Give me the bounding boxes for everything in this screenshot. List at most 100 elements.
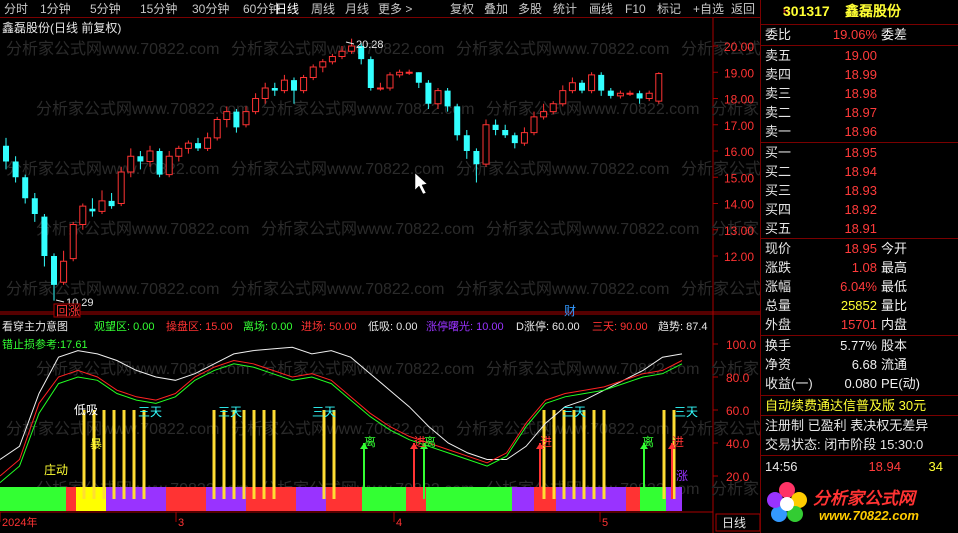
stat-value: 1.08	[851, 260, 877, 275]
stock-header[interactable]: R 301317 鑫磊股份	[761, 2, 958, 21]
watermark-text: 分析家公式网www.70822.com	[6, 40, 219, 58]
indicator-tag-12: 庄动	[44, 462, 68, 477]
candle-body-up	[626, 92, 634, 95]
period-label: 日线	[722, 516, 746, 530]
price-tick-label: 20.00	[724, 40, 754, 54]
ask-row-0: 卖五 19.00	[761, 46, 958, 65]
period-tab-2[interactable]: 5分钟	[90, 1, 121, 17]
kline-chart[interactable]: 分析家公式网www.70822.com 分析家公式网www.70822.com 分析…	[0, 18, 760, 533]
period-tab-6[interactable]: 日线	[275, 1, 299, 17]
ask-row-1: 卖四 18.99	[761, 65, 958, 84]
candle-body-down	[233, 111, 240, 128]
period-tab-1[interactable]: 1分钟	[40, 1, 71, 17]
site-logo: 分析家公式网 www.70822.com	[761, 478, 958, 533]
signal-bar-yellow	[662, 410, 666, 499]
candle-body-down	[3, 145, 9, 162]
candle-body-up	[69, 224, 77, 260]
stock-code: 301317	[783, 3, 830, 19]
candle-body-down	[12, 161, 19, 178]
candle-body-up	[261, 87, 269, 99]
ask-label: 卖五	[765, 48, 792, 63]
trade-price: 18.94	[868, 459, 901, 474]
candle-body-down	[415, 72, 422, 83]
toolbar-action-2[interactable]: 多股	[518, 1, 542, 17]
candle-body-up	[568, 82, 576, 92]
candle-body-up	[655, 73, 663, 102]
ask-label: 卖一	[765, 124, 792, 139]
candle-body-down	[89, 208, 96, 212]
toolbar-action-1[interactable]: 叠加	[484, 1, 508, 17]
candle-body-up	[98, 200, 106, 212]
toolbar-action-5[interactable]: F10	[625, 1, 646, 17]
bid-label: 买一	[765, 145, 792, 160]
candle-body-down	[156, 151, 163, 175]
signal-bar-yellow	[212, 410, 216, 499]
indicator-param-0: 观望区: 0.00	[94, 320, 155, 333]
toolbar-action-7[interactable]: +自选	[693, 1, 724, 17]
indicator-param-3: 进场: 50.00	[301, 319, 357, 333]
indicator-tag-10: 离	[642, 434, 654, 449]
toolbar-action-4[interactable]: 画线	[589, 1, 613, 17]
candle-body-down	[271, 88, 278, 91]
state-band-segment	[426, 487, 512, 511]
watermark-text: 分析家公式网www.70822.com	[486, 220, 699, 238]
candle-body-down	[22, 177, 29, 199]
price-tick-label: 15.00	[724, 171, 754, 185]
price-tick-label: 12.00	[724, 250, 754, 264]
indicator-tick-label: 100.0	[726, 338, 756, 352]
signal-bar-yellow	[592, 410, 596, 499]
stat-row-4: 外盘 15701 内盘	[761, 315, 958, 334]
period-tab-0[interactable]: 分时	[4, 1, 28, 17]
bid-price: 18.91	[844, 221, 877, 236]
candle-body-down	[291, 80, 297, 91]
indicator-param-8: 趋势: 87.4	[658, 320, 708, 333]
candle-body-down	[579, 82, 585, 91]
stat2-value: 6.68	[851, 357, 877, 372]
stat2-label: 收益(一)	[765, 376, 813, 391]
ask-price: 18.97	[844, 105, 877, 120]
bid-row-3: 买四 18.92	[761, 200, 958, 219]
panel-divider	[761, 455, 958, 456]
candle-body-up	[530, 116, 538, 134]
period-tab-7[interactable]: 周线	[311, 1, 335, 17]
ask-row-2: 卖三 18.98	[761, 84, 958, 103]
indicator-param-1: 操盘区: 15.00	[166, 319, 233, 333]
watermark-text: 分析家公式网www.70822.com	[261, 100, 474, 118]
watermark-text: 分析家公式网www.70822.com	[6, 280, 219, 298]
candle-body-up	[376, 87, 384, 90]
toolbar-action-0[interactable]: 复权	[450, 1, 474, 17]
indicator-tag-6: 离	[364, 434, 376, 449]
stat2-label-2: PE(动)	[881, 376, 921, 391]
bid-price: 18.94	[844, 164, 877, 179]
candle-body-down	[108, 200, 115, 207]
candle-body-up	[588, 74, 596, 92]
bid-label: 买二	[765, 164, 792, 179]
candle-body-down	[473, 151, 480, 165]
toolbar-action-3[interactable]: 统计	[553, 1, 577, 17]
signal-bar-yellow	[132, 410, 136, 499]
logo-url: www.70822.com	[819, 508, 919, 523]
stop-loss-label: 错止损参考:17.61	[2, 337, 88, 351]
candle-body-down	[31, 198, 38, 214]
period-tab-9[interactable]: 更多 >	[378, 1, 412, 17]
candle-body-up	[645, 92, 653, 99]
signal-bar-yellow	[142, 410, 146, 499]
indicator-param-5: 涨停曙光: 10.00	[426, 319, 504, 333]
candle-body-down	[607, 90, 614, 96]
bid-label: 买四	[765, 202, 792, 217]
trade-time: 14:56	[765, 459, 798, 474]
toolbar-action-6[interactable]: 标记	[657, 1, 681, 17]
period-tab-4[interactable]: 30分钟	[192, 1, 229, 17]
candle-body-down	[51, 256, 57, 285]
candle-body-up	[127, 155, 135, 173]
period-tab-3[interactable]: 15分钟	[140, 1, 177, 17]
signal-bar-yellow	[122, 410, 126, 499]
candle-body-up	[213, 119, 221, 139]
x-axis-label: 4	[396, 517, 402, 529]
ticker-row[interactable]: 自动续费通达信普及版 30元	[761, 396, 958, 415]
stat-label: 涨幅	[765, 279, 792, 294]
toolbar-action-8[interactable]: 返回	[731, 1, 755, 17]
period-tab-8[interactable]: 月线	[345, 1, 369, 17]
indicator-param-4: 低吸: 0.00	[368, 320, 418, 333]
stat-value: 25852	[840, 298, 877, 313]
